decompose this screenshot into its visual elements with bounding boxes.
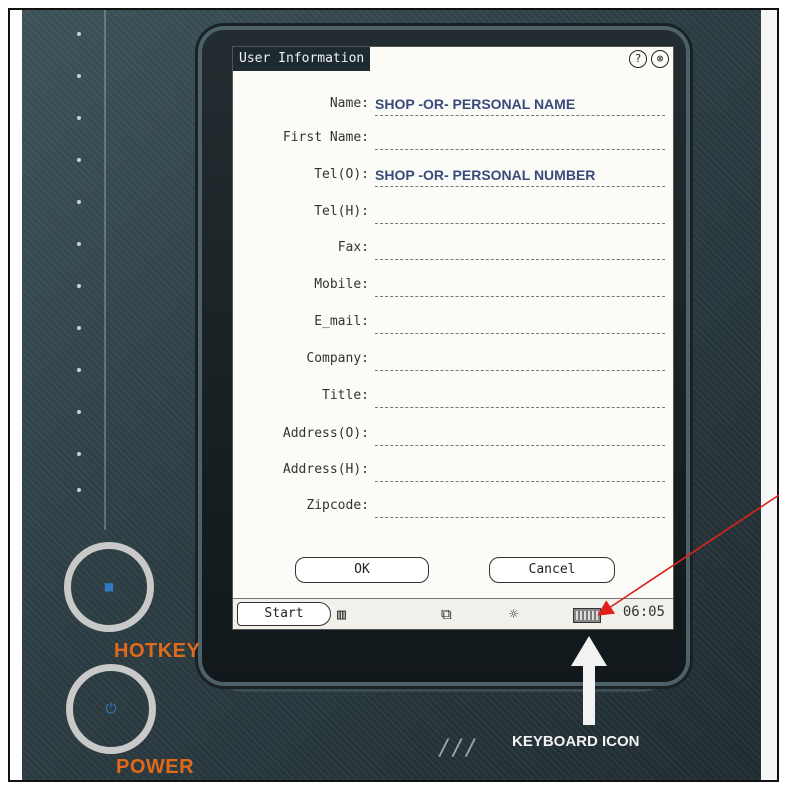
company-field[interactable] [375,346,665,371]
address-office-field[interactable] [375,421,665,446]
help-icon[interactable]: ? [629,50,647,68]
field-label: Tel(H): [314,204,369,219]
form-row-title: Title: [233,383,673,409]
name-field[interactable]: SHOP -OR- PERSONAL NAME [375,91,665,116]
brightness-icon[interactable]: ☼ [509,605,518,623]
form-row-email: E_mail: [233,309,673,335]
field-label: Title: [322,388,369,403]
first-name-field[interactable] [375,125,665,150]
power-button[interactable]: ⏻ [66,664,156,754]
pointer-arrow-head [571,636,607,666]
tel-office-field[interactable]: SHOP -OR- PERSONAL NUMBER [375,162,665,187]
cancel-button[interactable]: Cancel [489,557,615,583]
field-label: Address(O): [282,426,369,441]
pda-screen: User Information ? ⊗ Name: SHOP -OR- PER… [232,46,674,630]
hotkey-label: HOTKEY [114,640,201,662]
pointer-arrow-shaft [583,665,595,725]
hotkey-icon: ■ [104,579,114,595]
field-label: Zipcode: [306,498,369,513]
form-row-first-name: First Name: [233,125,673,151]
email-field[interactable] [375,309,665,334]
form-row-fax: Fax: [233,235,673,261]
device-right-edge [761,10,777,780]
hotkey-button[interactable]: ■ [64,542,154,632]
form-row-tel-office: Tel(O): SHOP -OR- PERSONAL NUMBER [233,162,673,188]
power-icon: ⏻ [105,701,117,717]
keyboard-callout-label: KEYBOARD ICON [512,733,640,750]
decorative-dots [72,18,88,498]
field-label: Tel(O): [314,167,369,182]
field-label: Mobile: [314,277,369,292]
start-button[interactable]: Start [237,602,331,626]
field-label: Fax: [337,240,369,255]
close-icon[interactable]: ⊗ [651,50,669,68]
form-row-tel-home: Tel(H): [233,199,673,225]
fax-field[interactable] [375,235,665,260]
form-row-company: Company: [233,346,673,372]
form-row-address-home: Address(H): [233,457,673,483]
device-left-edge [10,10,22,780]
title-field[interactable] [375,383,665,408]
ok-button[interactable]: OK [295,557,429,583]
mobile-field[interactable] [375,272,665,297]
keyboard-icon[interactable] [573,608,601,623]
taskbar: Start ▥ ⧉ ☼ 06:05 [233,598,673,629]
decorative-slashes: /// [438,736,478,761]
clock: 06:05 [622,604,665,620]
field-label: Address(H): [282,462,369,477]
decorative-line [104,10,106,530]
form-row-address-office: Address(O): [233,421,673,447]
screen-rotate-icon[interactable]: ⧉ [441,605,452,623]
field-label: E_mail: [314,314,369,329]
tel-home-field[interactable] [375,199,665,224]
zipcode-field[interactable] [375,493,665,518]
form-row-mobile: Mobile: [233,272,673,298]
field-label: Company: [306,351,369,366]
form-row-zipcode: Zipcode: [233,493,673,519]
window-title: User Information [233,47,371,71]
field-label: First Name: [282,130,369,145]
form-row-name: Name: SHOP -OR- PERSONAL NAME [233,91,673,117]
power-label: POWER [116,756,195,778]
address-home-field[interactable] [375,457,665,482]
book-icon[interactable]: ▥ [337,605,346,623]
window-titlebar: User Information ? ⊗ [233,47,673,71]
field-label: Name: [329,96,369,111]
